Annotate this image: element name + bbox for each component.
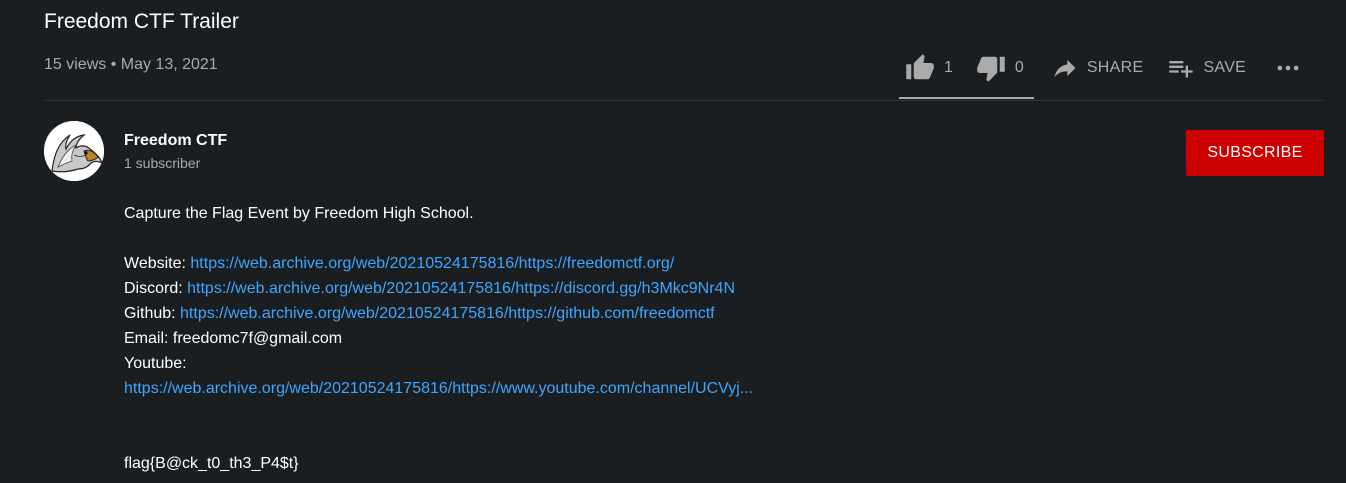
eagle-logo bbox=[44, 121, 104, 181]
channel-name[interactable]: Freedom CTF bbox=[124, 132, 227, 150]
flag-text: flag{B@ck_t0_th3_P4$t} bbox=[124, 455, 299, 472]
discord-line: Discord: https://web.archive.org/web/202… bbox=[124, 276, 753, 301]
email-line: Email: freedomc7f@gmail.com bbox=[124, 330, 343, 347]
description-blank-line bbox=[124, 426, 753, 451]
github-line: Github: https://web.archive.org/web/2021… bbox=[124, 301, 753, 326]
more-actions-button[interactable] bbox=[1274, 54, 1302, 82]
thumb-up-icon bbox=[906, 54, 934, 80]
divider bbox=[44, 100, 1324, 101]
channel-avatar[interactable] bbox=[44, 121, 104, 181]
save-button[interactable]: SAVE bbox=[1167, 54, 1246, 82]
save-label: SAVE bbox=[1203, 59, 1247, 76]
youtube-line: https://web.archive.org/web/202105241758… bbox=[124, 376, 753, 401]
discord-label: Discord: bbox=[124, 280, 188, 297]
website-label: Website: bbox=[124, 255, 191, 272]
description-intro: Capture the Flag Event by Freedom High S… bbox=[124, 205, 474, 222]
discord-link[interactable]: https://web.archive.org/web/202105241758… bbox=[187, 280, 735, 297]
like-count: 1 bbox=[944, 59, 953, 76]
youtube-label: Youtube: bbox=[124, 355, 187, 372]
like-dislike-bar bbox=[899, 97, 1034, 99]
share-arrow-icon bbox=[1054, 59, 1076, 78]
youtube-link[interactable]: https://web.archive.org/web/202105241758… bbox=[124, 380, 753, 397]
playlist-add-icon bbox=[1169, 61, 1194, 78]
dislike-button[interactable]: 0 bbox=[976, 53, 1024, 83]
share-button[interactable]: SHARE bbox=[1051, 54, 1144, 82]
video-description: Capture the Flag Event by Freedom High S… bbox=[124, 201, 753, 476]
description-blank-line bbox=[124, 401, 753, 426]
share-label: SHARE bbox=[1086, 59, 1144, 76]
more-horizontal-icon bbox=[1277, 65, 1299, 71]
website-link[interactable]: https://web.archive.org/web/202105241758… bbox=[190, 255, 674, 272]
website-line: Website: https://web.archive.org/web/202… bbox=[124, 251, 753, 276]
dislike-count: 0 bbox=[1014, 59, 1024, 76]
subscribe-button[interactable]: SUBSCRIBE bbox=[1186, 130, 1324, 176]
video-title: Freedom CTF Trailer bbox=[44, 10, 239, 33]
like-button[interactable]: 1 bbox=[905, 53, 953, 83]
video-actions: 1 0 SHARE SAVE bbox=[900, 52, 1302, 84]
github-label: Github: bbox=[124, 305, 181, 322]
subscriber-count: 1 subscriber bbox=[124, 155, 201, 171]
thumb-down-icon bbox=[977, 56, 1005, 82]
description-blank-line bbox=[124, 226, 753, 251]
view-count-date: 15 views • May 13, 2021 bbox=[44, 56, 218, 73]
github-link[interactable]: https://web.archive.org/web/202105241758… bbox=[180, 305, 715, 322]
